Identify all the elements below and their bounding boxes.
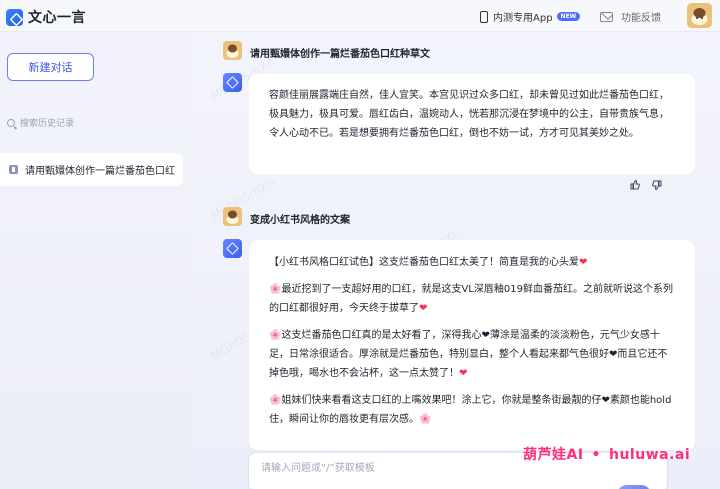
history-search-placeholder: 搜索历史记录	[20, 119, 75, 129]
watermark-right: huluwa.ai	[609, 447, 691, 463]
paragraph-text: 最近挖到了一支超好用的口红，就是这支VL深唇釉019鲜血番茄红。之前就听说这个系…	[269, 284, 673, 314]
feedback-link[interactable]: 功能反馈	[600, 9, 661, 24]
chat-area: MGhD5mXn MGhD5mXn MGhD5mXn MGhD5mXn MGhD…	[192, 32, 720, 489]
search-icon	[7, 118, 15, 127]
answer-paragraph: 🌸这支烂番茄色口红真的是太好看了，深得我心❤薄涂是温柔的淡淡粉色，元气少女感十足…	[269, 326, 675, 383]
logo-text: 文心一言	[28, 10, 86, 26]
new-badge: NEW	[556, 12, 581, 21]
heart-emoji: ❤	[579, 257, 588, 268]
question-avatar	[223, 207, 242, 226]
bot-avatar	[223, 73, 242, 92]
top-bar: 文心一言 内测专用App NEW 功能反馈	[0, 0, 720, 32]
logo[interactable]: 文心一言	[6, 7, 86, 27]
heart-emoji: ❤	[459, 368, 468, 379]
app-download-link[interactable]: 内测专用App NEW	[480, 9, 581, 24]
blossom-emoji: 🌸	[269, 330, 282, 341]
user-question: 变成小红书风格的文案	[250, 215, 350, 226]
new-chat-button[interactable]: 新建对话	[7, 53, 94, 81]
watermark-left: 葫芦娃AI	[523, 447, 584, 463]
history-item[interactable]: 请用甄嬛体创作一篇烂番茄色口红	[0, 153, 183, 186]
blossom-emoji: 🌸	[269, 395, 282, 406]
send-button[interactable]	[617, 485, 651, 489]
answer-paragraph: 【小红书风格口红试色】这支烂番茄色口红太美了！简直是我的心头爱❤	[269, 253, 675, 272]
question-avatar	[223, 41, 242, 60]
user-question: 请用甄嬛体创作一篇烂番茄色口红种草文	[250, 49, 430, 60]
paragraph-text: 【小红书风格口红试色】这支烂番茄色口红太美了！简直是我的心头爱	[269, 257, 579, 268]
logo-icon	[6, 8, 23, 26]
paragraph-text: 这支烂番茄色口红真的是太好看了，深得我心❤薄涂是温柔的淡淡粉色，元气少女感十足，…	[269, 330, 668, 379]
paragraph-text: 姐妹们快来看看这支口红的上嘴效果吧！涂上它，你就是整条街最靓的仔❤素颜也能hol…	[269, 395, 672, 425]
user-avatar[interactable]	[687, 3, 712, 28]
answer-paragraph: 🌸最近挖到了一支超好用的口红，就是这支VL深唇釉019鲜血番茄红。之前就听说这个…	[269, 280, 675, 318]
chat-icon	[9, 165, 18, 174]
blossom-emoji: 🌸	[269, 284, 282, 295]
bot-avatar	[223, 239, 242, 258]
thumbs-up-icon[interactable]	[630, 180, 640, 190]
answer-bubble: 容颜佳丽展露端庄自然，佳人宜笑。本宫见识过众多口红，却未曾见过如此烂番茄色口红，…	[249, 74, 695, 174]
history-search[interactable]: 搜索历史记录	[7, 116, 74, 129]
feedback-buttons	[630, 180, 662, 190]
history-item-label: 请用甄嬛体创作一篇烂番茄色口红	[25, 166, 175, 177]
sidebar: 新建对话 搜索历史记录 请用甄嬛体创作一篇烂番茄色口红	[0, 32, 192, 489]
mail-icon	[600, 11, 613, 22]
heart-emoji: ❤	[419, 303, 428, 314]
feedback-label: 功能反馈	[621, 13, 661, 24]
app-label: 内测专用App	[493, 13, 553, 24]
site-watermark: 葫芦娃AI • huluwa.ai	[523, 447, 691, 463]
answer-paragraph: 🌸姐妹们快来看看这支口红的上嘴效果吧！涂上它，你就是整条街最靓的仔❤素颜也能ho…	[269, 391, 675, 429]
phone-icon	[480, 10, 488, 23]
thumbs-down-icon[interactable]	[652, 180, 662, 190]
answer-text: 容颜佳丽展露端庄自然，佳人宜笑。本宫见识过众多口红，却未曾见过如此烂番茄色口红，…	[269, 90, 669, 139]
avatar-image	[687, 3, 712, 28]
blossom-emoji: 🌸	[419, 414, 432, 425]
answer-bubble: 【小红书风格口红试色】这支烂番茄色口红太美了！简直是我的心头爱❤ 🌸最近挖到了一…	[249, 240, 695, 450]
